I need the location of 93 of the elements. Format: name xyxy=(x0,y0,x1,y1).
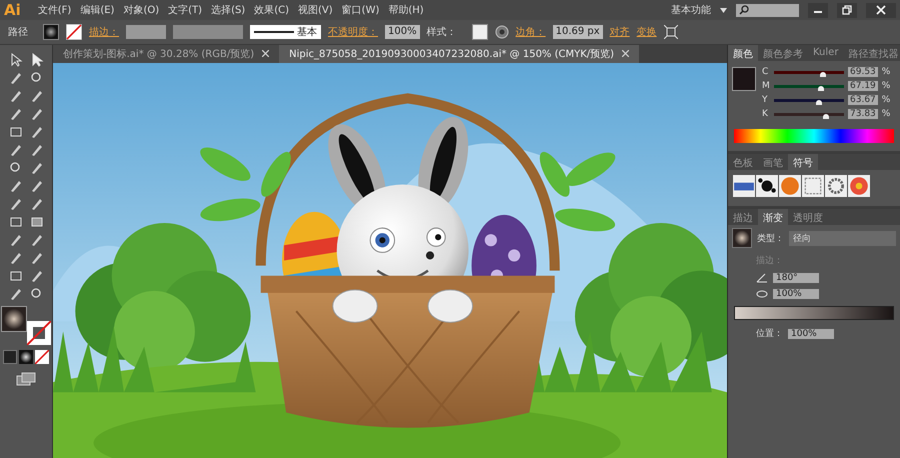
style-swatch[interactable] xyxy=(472,24,488,40)
stroke-link[interactable]: 描边： xyxy=(89,25,119,39)
stroke-profile-dropdown[interactable]: 基本 xyxy=(250,25,321,39)
type-label: 类型： xyxy=(757,232,784,244)
channel-label: Y xyxy=(762,95,768,105)
panel-tab[interactable]: 符号 xyxy=(788,154,818,170)
search-icon xyxy=(739,5,749,15)
angle-field[interactable]: 180° xyxy=(773,273,819,283)
position-field[interactable]: 100% xyxy=(788,328,834,338)
rect-tool-icon xyxy=(8,124,22,138)
none-mode-button[interactable] xyxy=(35,350,49,364)
menu-item[interactable]: 效果(C) xyxy=(254,3,290,17)
close-button[interactable] xyxy=(866,2,896,18)
stroke-weight-field[interactable] xyxy=(126,25,166,39)
search-field[interactable] xyxy=(736,4,799,16)
opacity-field[interactable]: 100% xyxy=(385,25,420,39)
zoom-tool-icon xyxy=(30,286,44,300)
aspect-ratio-field[interactable]: 100% xyxy=(773,289,819,299)
align-link[interactable]: 对齐 xyxy=(610,25,630,39)
channel-value-field[interactable]: 63.67 xyxy=(848,95,878,105)
angle-icon xyxy=(756,273,768,283)
menu-item[interactable]: 选择(S) xyxy=(211,3,246,17)
opacity-link[interactable]: 不透明度： xyxy=(328,25,378,39)
lasso-tool-icon xyxy=(30,70,44,84)
panel-tab[interactable]: 画笔 xyxy=(758,154,788,170)
recolor-icon[interactable] xyxy=(494,25,509,39)
panel-tab[interactable]: 色板 xyxy=(728,154,758,170)
stroke-color-swatch[interactable] xyxy=(27,321,51,345)
menu-item[interactable]: 窗口(W) xyxy=(342,3,380,17)
restore-button[interactable] xyxy=(837,2,857,18)
panel-tab[interactable]: 路径查找器 xyxy=(843,45,900,61)
gradient-tool-icon xyxy=(30,214,44,228)
transform-link[interactable]: 变换 xyxy=(636,25,657,39)
color-mode-button[interactable] xyxy=(3,350,17,364)
fill-swatch[interactable] xyxy=(43,24,59,40)
slider-thumb[interactable] xyxy=(822,114,829,118)
menu-item[interactable]: 对象(O) xyxy=(123,3,160,17)
menu-item[interactable]: 文字(T) xyxy=(168,3,202,17)
panel-tab[interactable]: 颜色 xyxy=(728,45,758,61)
menu-item[interactable]: 帮助(H) xyxy=(388,3,424,17)
current-color-swatch xyxy=(732,67,756,91)
banner-symbol[interactable] xyxy=(733,175,755,197)
percent-sign: % xyxy=(882,67,890,77)
channel-value-field[interactable]: 67.19 xyxy=(848,81,878,91)
panel-tab[interactable]: 描边 xyxy=(728,209,758,225)
percent-sign: % xyxy=(882,109,890,119)
minimize-button[interactable] xyxy=(808,2,828,18)
channel-label: K xyxy=(762,109,769,119)
menu-item[interactable]: 视图(V) xyxy=(298,3,333,17)
slider-thumb[interactable] xyxy=(818,86,824,90)
position-label: 位置： xyxy=(756,328,783,340)
app-logo: Ai xyxy=(4,1,21,19)
panel-tab[interactable]: 颜色参考 xyxy=(758,45,808,61)
gradient-mode-button[interactable] xyxy=(19,350,33,364)
direct-tool-icon xyxy=(30,52,44,66)
screen-mode-icon[interactable] xyxy=(16,372,36,386)
menu-item[interactable]: 编辑(E) xyxy=(80,3,114,17)
gradient-preview-swatch[interactable] xyxy=(732,228,752,248)
restore-icon xyxy=(842,5,852,15)
corner-link[interactable]: 边角： xyxy=(516,25,546,39)
slider-thumb[interactable] xyxy=(820,72,826,76)
wreath-symbol[interactable] xyxy=(825,175,847,197)
isolate-icon[interactable] xyxy=(664,25,678,39)
workspace-switcher[interactable]: 基本功能 xyxy=(671,3,711,17)
percent-sign: % xyxy=(882,81,890,91)
channel-label: M xyxy=(762,81,770,91)
document-tab[interactable]: 创作策划-图标.ai* @ 30.28% (RGB/预览) xyxy=(53,45,280,63)
channel-value-field[interactable]: 69.53 xyxy=(848,67,878,77)
aspect-ratio-icon xyxy=(756,289,768,299)
close-tab-icon[interactable] xyxy=(262,50,270,57)
color-spectrum[interactable] xyxy=(734,129,894,143)
channel-label: C xyxy=(762,67,770,77)
channel-value-field[interactable]: 73.83 xyxy=(848,109,878,119)
fill-color-swatch[interactable] xyxy=(1,306,27,332)
gradient-type-dropdown[interactable]: 径向 xyxy=(789,230,896,246)
close-tab-icon[interactable] xyxy=(622,50,630,57)
flower-symbol[interactable] xyxy=(848,175,870,197)
style-label: 样式： xyxy=(426,26,457,39)
panel-tab[interactable]: 透明度 xyxy=(788,209,828,225)
document-tab[interactable]: Nipic_875058_20190930003407232080.ai* @ 150% (CMYK/预览) xyxy=(279,45,640,63)
stroke-none-swatch[interactable] xyxy=(66,24,82,40)
panel-tab[interactable]: Kuler xyxy=(808,45,844,61)
corner-field[interactable]: 10.69 px xyxy=(552,25,603,39)
caret-icon[interactable] xyxy=(720,8,727,12)
slider-thumb[interactable] xyxy=(816,100,822,104)
splatter-symbol[interactable] xyxy=(756,175,778,197)
close-icon xyxy=(876,5,886,15)
selection-tool-icon xyxy=(8,52,22,66)
menu-item[interactable]: 文件(F) xyxy=(38,3,72,17)
percent-sign: % xyxy=(882,95,890,105)
panel-tab[interactable]: 渐变 xyxy=(758,209,788,225)
selection-label: 路径 xyxy=(8,26,28,39)
frame-symbol[interactable] xyxy=(802,175,824,197)
